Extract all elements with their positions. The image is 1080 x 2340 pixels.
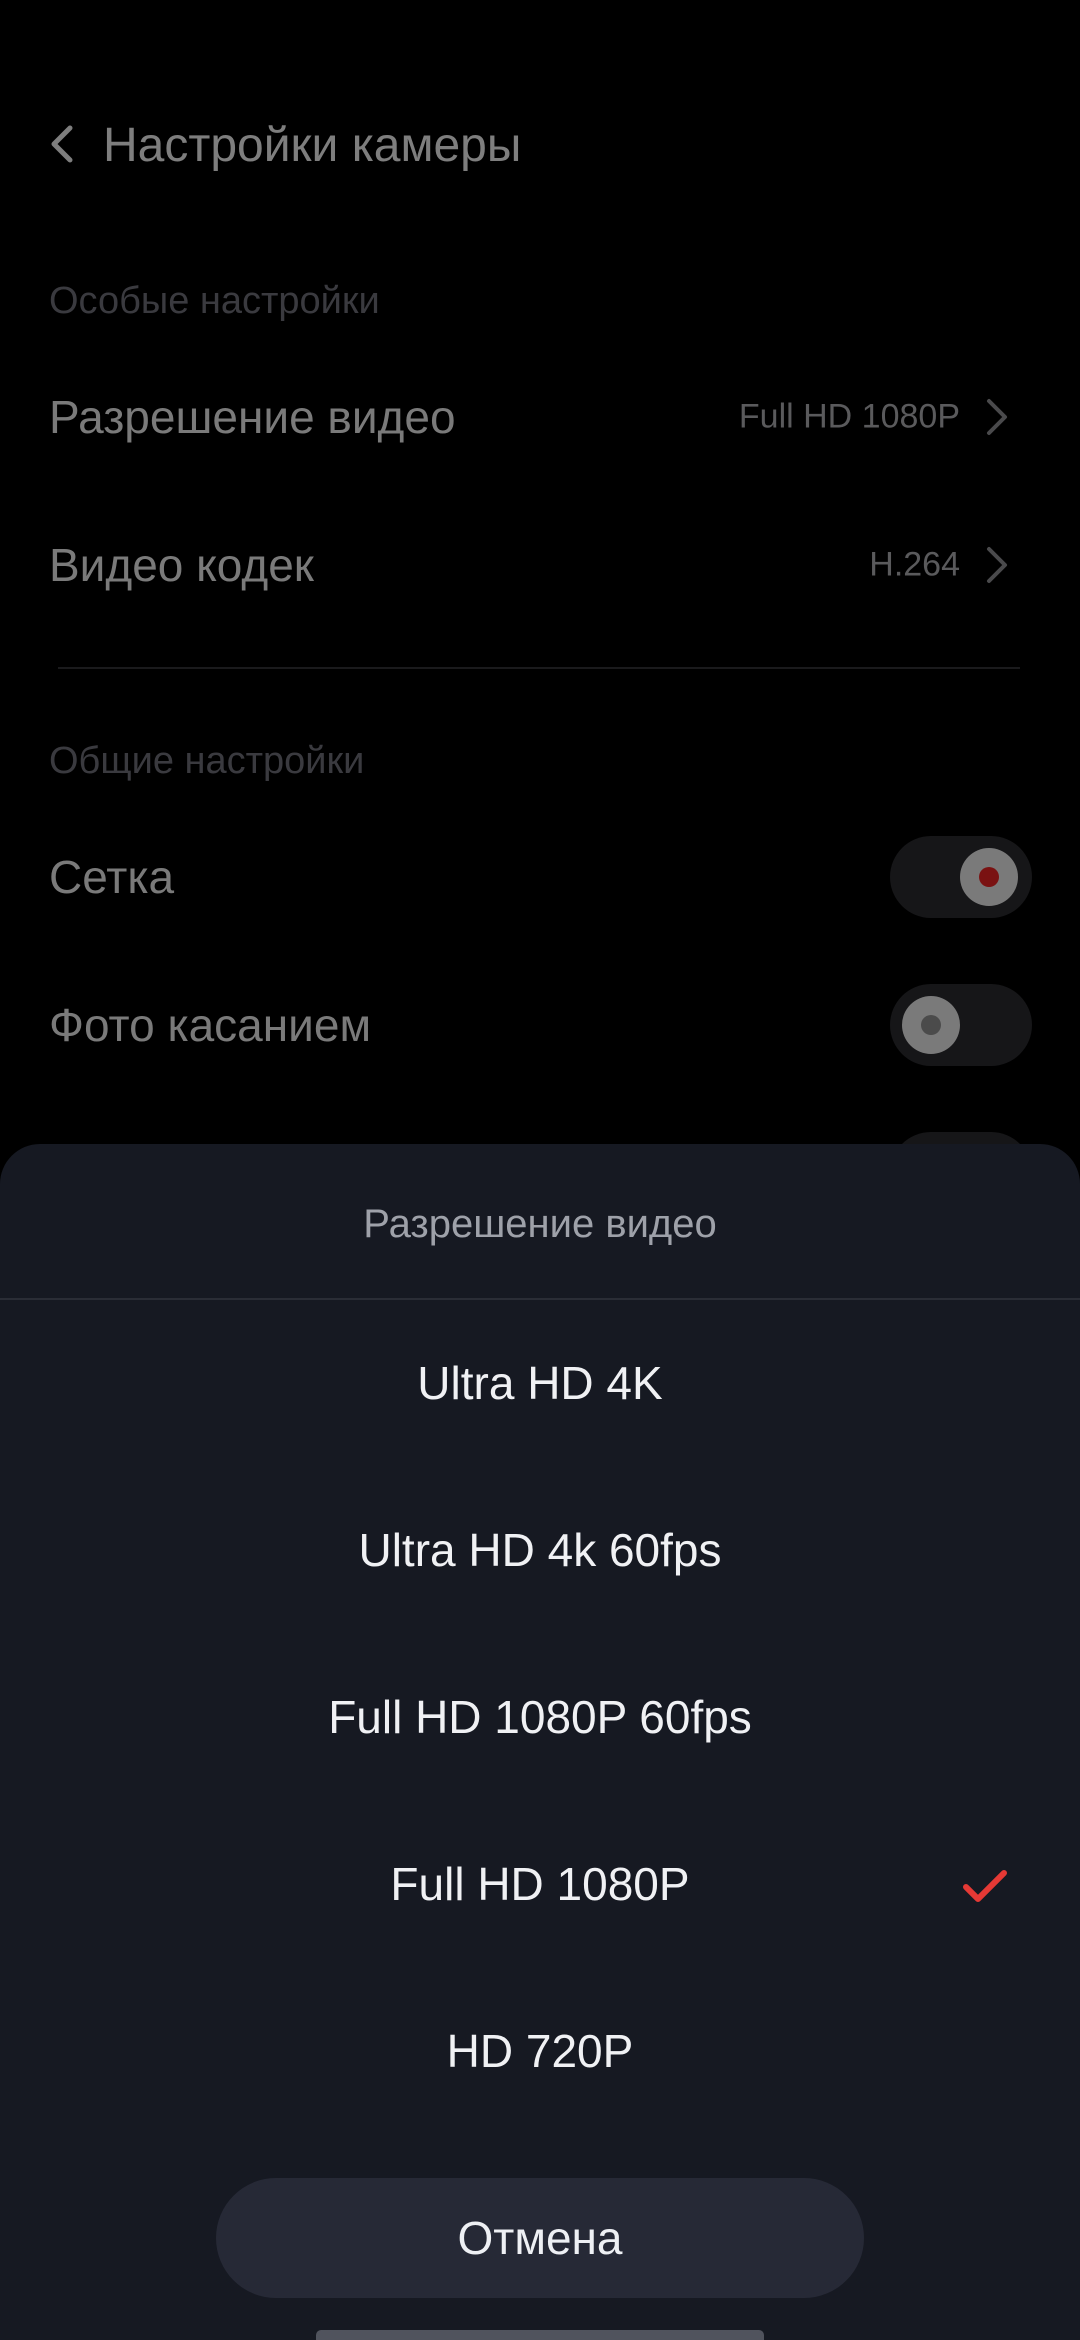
setting-value: H.264 <box>869 545 960 584</box>
option-label: Full HD 1080P 60fps <box>328 1691 752 1743</box>
option-full-hd-1080p[interactable]: Full HD 1080P <box>0 1801 1080 1968</box>
setting-row-video-codec[interactable]: Видео кодек H.264 <box>0 491 1080 639</box>
checkmark-icon <box>963 1870 1007 1902</box>
setting-value: Full HD 1080P <box>738 397 960 436</box>
setting-row-video-resolution[interactable]: Разрешение видео Full HD 1080P <box>0 343 1080 491</box>
option-label: Ultra HD 4K <box>417 1357 663 1409</box>
toggle-knob <box>902 996 960 1054</box>
toggle-knob-dot <box>979 867 999 887</box>
section-title-special: Особые настройки <box>49 280 380 322</box>
option-label: Full HD 1080P <box>390 1858 690 1910</box>
setting-row-tap-photo: Фото касанием <box>0 951 1080 1099</box>
chevron-left-icon[interactable] <box>44 124 84 164</box>
option-full-hd-1080p-60fps[interactable]: Full HD 1080P 60fps <box>0 1634 1080 1801</box>
sheet-title: Разрешение видео <box>363 1202 717 1246</box>
setting-label: Сетка <box>49 851 175 903</box>
tap-photo-toggle[interactable] <box>890 984 1032 1066</box>
screen: Настройки камеры Особые настройки Разреш… <box>0 0 1080 2340</box>
option-ultra-hd-4k[interactable]: Ultra HD 4K <box>0 1300 1080 1467</box>
page-title: Настройки камеры <box>103 119 522 172</box>
cancel-button[interactable]: Отмена <box>216 2178 864 2298</box>
option-hd-720p[interactable]: HD 720P <box>0 1968 1080 2135</box>
resolution-bottom-sheet: Разрешение видео Ultra HD 4K Ultra HD 4k… <box>0 1144 1080 2340</box>
option-ultra-hd-4k-60fps[interactable]: Ultra HD 4k 60fps <box>0 1467 1080 1634</box>
chevron-right-icon <box>987 547 1007 583</box>
chevron-right-icon <box>987 399 1007 435</box>
setting-label: Разрешение видео <box>49 391 456 443</box>
setting-row-grid: Сетка <box>0 803 1080 951</box>
toggle-knob <box>960 848 1018 906</box>
setting-label: Фото касанием <box>49 999 372 1051</box>
resolution-options: Ultra HD 4K Ultra HD 4k 60fps Full HD 10… <box>0 1300 1080 2135</box>
grid-toggle[interactable] <box>890 836 1032 918</box>
home-indicator[interactable] <box>316 2330 764 2340</box>
section-divider <box>58 667 1020 669</box>
option-label: HD 720P <box>446 2025 634 2077</box>
header: Настройки камеры <box>0 80 1080 210</box>
section-title-general: Общие настройки <box>49 740 365 782</box>
toggle-knob-dot <box>921 1015 941 1035</box>
setting-label: Видео кодек <box>49 539 314 591</box>
option-label: Ultra HD 4k 60fps <box>358 1524 722 1576</box>
